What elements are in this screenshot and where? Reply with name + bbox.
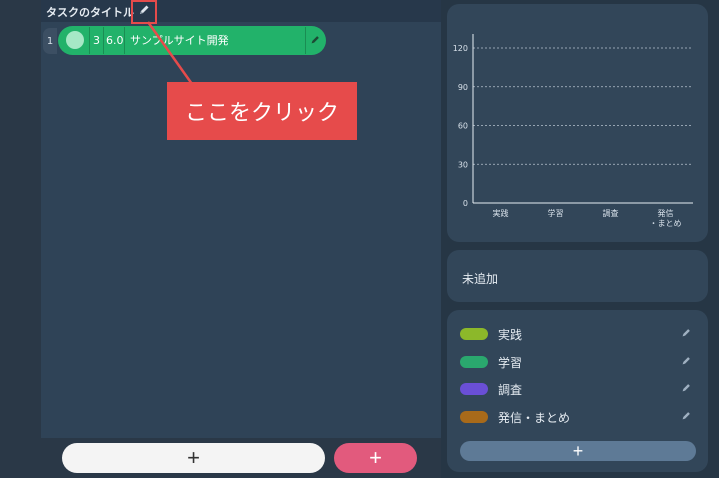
legend-item[interactable]: 実践 [460, 326, 696, 342]
legend-swatch [460, 328, 488, 340]
unadded-label: 未追加 [462, 272, 499, 286]
pencil-icon[interactable] [680, 382, 692, 394]
divider [103, 27, 104, 54]
y-tick-label: 60 [458, 122, 468, 131]
divider [305, 27, 306, 54]
task-hours: 6.0 [106, 34, 124, 47]
pencil-icon[interactable] [680, 410, 692, 422]
row-index: 1 [43, 28, 57, 54]
category-bar-chart: 0 30 60 90 120 実践 学習 調査 発信・まとめ [453, 34, 693, 228]
pencil-icon[interactable] [309, 34, 321, 46]
x-tick-label: 実践 [493, 208, 509, 218]
left-strip [0, 0, 41, 478]
legend-swatch [460, 356, 488, 368]
legend-label: 実践 [498, 328, 523, 342]
legend-swatch [460, 411, 488, 423]
add-category-button[interactable]: + [460, 441, 696, 461]
callout-label: ここをクリック [167, 82, 357, 140]
task-row[interactable]: 3 6.0 サンプルサイト開発 [58, 26, 326, 55]
x-tick-label: 学習 [548, 208, 564, 218]
divider [124, 27, 125, 54]
highlight-box [131, 0, 157, 24]
x-tick-label: 発信 [658, 208, 674, 218]
pencil-icon[interactable] [680, 355, 692, 367]
y-tick-label: 30 [458, 160, 468, 169]
x-tick-label: 調査 [603, 208, 619, 218]
legend-item[interactable]: 発信・まとめ [460, 409, 696, 425]
pencil-icon[interactable] [680, 327, 692, 339]
task-complete-toggle[interactable] [66, 31, 84, 49]
y-tick-label: 120 [453, 44, 468, 53]
add-task-button[interactable]: + [62, 443, 325, 473]
legend-item[interactable]: 調査 [460, 381, 696, 397]
legend-swatch [460, 383, 488, 395]
task-count: 3 [93, 34, 100, 47]
y-tick-label: 0 [463, 199, 468, 208]
legend-item[interactable]: 学習 [460, 354, 696, 370]
task-title: タスクのタイトル [46, 6, 134, 19]
add-task-pink-button[interactable]: + [334, 443, 417, 473]
legend-label: 学習 [498, 356, 523, 370]
divider [89, 27, 90, 54]
legend-label: 調査 [498, 383, 523, 397]
legend-label: 発信・まとめ [498, 411, 571, 425]
y-tick-label: 90 [458, 83, 468, 92]
task-panel [41, 0, 441, 438]
x-tick-label: ・まとめ [650, 219, 682, 228]
task-name: サンプルサイト開発 [130, 34, 229, 47]
